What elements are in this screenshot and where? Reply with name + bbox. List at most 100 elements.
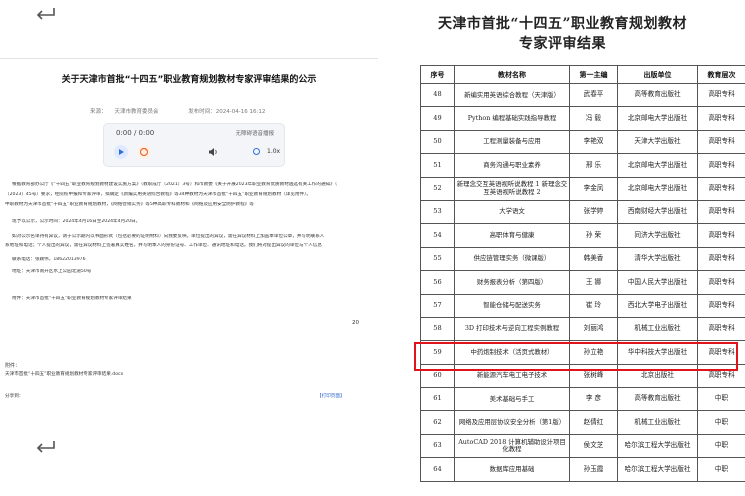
table-header-row: 序号 教材名称 第一主编 出版单位 教育层次: [420, 65, 745, 84]
cell-publisher: 北京邮电大学出版社: [617, 176, 698, 201]
volume-button[interactable]: [208, 147, 218, 157]
header-cell: 出版单位: [617, 65, 698, 84]
cell-no: 55: [420, 246, 455, 272]
cell-name: 大学语文: [454, 199, 570, 225]
audio-player: 0:00 / 0:00 无障碍语音播报 1.0x: [103, 123, 285, 167]
cell-level: 高职专科: [697, 246, 745, 272]
cell-name: 财务报表分析（第四版）: [454, 270, 570, 295]
table-row: 53 大学语文 张学婷 西南财经大学出版社 高职专科: [420, 199, 745, 225]
table-row: 52 新理念交互英语视听说教程 1 新理念交互英语视听说教程 2 李金凤 北京邮电大学…: [420, 176, 745, 201]
cell-level: 高职专科: [697, 223, 745, 248]
cell-no: 63: [420, 433, 455, 459]
cell-publisher: 西北大学电子出版社: [617, 293, 698, 318]
back-arrow-icon[interactable]: [34, 439, 56, 455]
result-table: 序号 教材名称 第一主编 出版单位 教育层次 48 新编实用英语综合教程（天津版）…: [420, 65, 745, 482]
cell-no: 56: [420, 270, 455, 295]
cell-editor: 孙玉霞: [569, 457, 618, 482]
table-row: 61 美术基础与手工李 彦高等教育出版社 中职: [420, 387, 745, 412]
table-row: 63 AutoCAD 2018 计算机辅助设计项目化教程 侯文芝 哈尔滨工程大学出版社…: [420, 433, 745, 459]
cell-publisher: 同济大学出版社: [617, 223, 698, 248]
source-value: 天津市教育委员会: [114, 109, 159, 115]
notice-meta: 来源： 天津市教育委员会 发布时间：2024-04-16 16:12: [90, 107, 273, 115]
divider: [0, 58, 378, 59]
cell-name: 高职体育与健康: [454, 223, 570, 248]
cell-level: 中职: [697, 457, 745, 482]
table-row: 64 数据库应用基础 孙玉霞 哈尔滨工程大学出版社 中职: [420, 457, 745, 482]
cell-no: 61: [420, 387, 455, 412]
cell-level: 高职专科: [697, 106, 745, 131]
dot-icon: [253, 148, 260, 155]
cell-editor: 刘丽鸿: [569, 316, 618, 342]
cell-level: 中职: [697, 387, 745, 412]
speed-control[interactable]: 1.0x: [267, 148, 280, 155]
cell-name: 新理念交互英语视听说教程 1 新理念交互英语视听说教程 2: [454, 176, 570, 201]
loop-button[interactable]: [137, 145, 151, 159]
notice-title: 关于天津市首批“十四五”职业教育规划教材专家评审结果的公示: [61, 75, 317, 85]
volume-icon: [209, 148, 217, 156]
source-label: 来源：: [90, 109, 107, 115]
cell-no: 52: [420, 176, 455, 201]
time-label: 发布时间：: [188, 109, 216, 115]
cell-no: 48: [420, 82, 455, 108]
table-row: 49 Python 编程基础实践指导教程冯 毅北京邮电大学出版社 高职专科: [420, 106, 745, 131]
cell-level: 高职专科: [697, 270, 745, 295]
cell-name: 美术基础与手工: [454, 387, 570, 412]
cell-no: 50: [420, 129, 455, 155]
paragraph: 〔2023〕45号）要求，经院校申报和专家评审，拟确定《新编实用英语综合教程》等…: [5, 192, 312, 197]
play-icon: [119, 149, 124, 155]
table-row: 48 新编实用英语综合教程（天津版） 武春平 高等教育出版社 高职专科: [420, 82, 745, 108]
cell-level: 高职专科: [697, 129, 745, 155]
paragraph: 现予以公示，公示时间：2024年4月16日至2024年4月20日。: [12, 219, 141, 224]
header-cell: 教材名称: [454, 65, 570, 84]
player-time: 0:00 / 0:00: [116, 129, 155, 137]
cell-no: 51: [420, 153, 455, 178]
highlight-box: [414, 342, 738, 371]
progress-dot[interactable]: [252, 147, 261, 156]
cell-no: 53: [420, 199, 455, 225]
cell-level: 中职: [697, 410, 745, 435]
cell-publisher: 高等教育出版社: [617, 387, 698, 412]
cell-name: 新编实用英语综合教程（天津版）: [454, 82, 570, 108]
cell-name: 智能仓储与配送实务: [454, 293, 570, 318]
cell-editor: 赵倩红: [569, 410, 618, 435]
print-link[interactable]: 【打印页面】: [317, 393, 345, 399]
loop-icon: [139, 147, 149, 157]
play-button[interactable]: [114, 145, 128, 159]
paragraph: 根据教育部办公厅《“十四五”职业教育规划教材建设实施方案》（教职成厅〔2021〕…: [12, 182, 338, 187]
left-panel: 关于天津市首批“十四五”职业教育规划教材专家评审结果的公示 来源： 天津市教育委员…: [0, 0, 380, 496]
cell-publisher: 北京邮电大学出版社: [617, 106, 698, 131]
cell-editor: 侯文芝: [569, 433, 618, 459]
cell-editor: 李艳双: [569, 129, 618, 155]
back-arrow-icon[interactable]: [34, 6, 56, 22]
table-row: 56 财务报表分析（第四版）王 娜中国人民大学出版社 高职专科: [420, 270, 745, 295]
cell-publisher: 哈尔滨工程大学出版社: [617, 457, 698, 482]
paragraph: 中职教材为天津市首批“十四五”职业教育规划教材，《网络营销实务》等5种高职专科教…: [5, 202, 254, 207]
table-row: 50 工程测量装备与应用 李艳双 天津大学出版社 高职专科: [420, 129, 745, 155]
share-label: 分享到：: [5, 394, 24, 399]
cell-level: 高职专科: [697, 82, 745, 108]
table-row: 51 商务沟通与职业素养邢 乐北京邮电大学出版社 高职专科: [420, 153, 745, 178]
table-row: 62 网络及应用层协议安全分析（第1版） 赵倩红 机械工业出版社 中职: [420, 410, 745, 435]
cell-editor: 李 彦: [569, 387, 618, 412]
cell-level: 高职专科: [697, 199, 745, 225]
accessibility-audio-link[interactable]: 无障碍语音播报: [235, 129, 274, 137]
cell-editor: 冯 毅: [569, 106, 618, 131]
cell-name: 网络及应用层协议安全分析（第1版）: [454, 410, 570, 435]
cell-level: 高职专科: [697, 153, 745, 178]
cell-name: 数据库应用基础: [454, 457, 570, 482]
cell-publisher: 天津大学出版社: [617, 129, 698, 155]
cell-level: 高职专科: [697, 176, 745, 201]
cell-publisher: 机械工业出版社: [617, 410, 698, 435]
cell-level: 高职专科: [697, 293, 745, 318]
header-cell: 序号: [420, 65, 455, 84]
table-row: 54 高职体育与健康孙 荣同济大学出版社 高职专科: [420, 223, 745, 248]
cell-publisher: 机械工业出版社: [617, 316, 698, 342]
table-row: 58 3D 打印技术与逆向工程实例教程 刘丽鸿 机械工业出版社 高职专科: [420, 316, 745, 342]
attachment-file-link[interactable]: 天津市首批“十四五”职业教育规划教材专家评审结果.docx: [5, 371, 123, 377]
cell-editor: 李金凤: [569, 176, 618, 201]
right-panel: 天津市首批“十四五”职业教育规划教材 专家评审结果 序号 教材名称 第一主编 出…: [380, 0, 745, 496]
page-number: 20: [352, 320, 359, 326]
cell-publisher: 高等教育出版社: [617, 82, 698, 108]
cell-publisher: 中国人民大学出版社: [617, 270, 698, 295]
cell-no: 57: [420, 293, 455, 318]
